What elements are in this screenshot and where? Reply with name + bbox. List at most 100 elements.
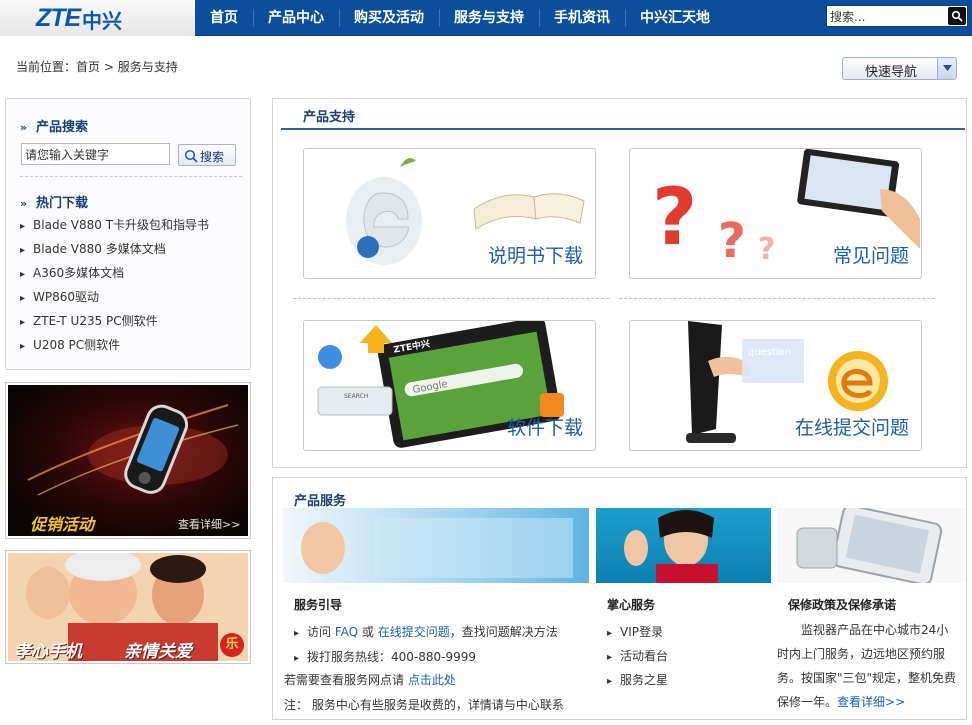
download-item[interactable]: ZTE-T U235 PC侧软件 xyxy=(20,309,209,333)
card-manual-download[interactable]: 说明书下载 xyxy=(303,148,596,279)
card-faq[interactable]: ? ? ? 常见问题 xyxy=(629,148,922,279)
double-chevron-icon: » xyxy=(20,121,28,134)
question-text: question xyxy=(748,347,791,358)
product-support-header: 产品支持 xyxy=(281,99,965,130)
hotline-text: 拨打服务热线：400-880-9999 xyxy=(294,650,476,664)
nav-zte-world[interactable]: 中兴汇天地 xyxy=(625,0,725,36)
or-text: 或 xyxy=(358,625,378,639)
device-illustration xyxy=(796,508,943,583)
keyword-search-button[interactable]: 搜索 xyxy=(178,144,236,166)
warranty-text: 监视器产品在中心城市24小时内上门服务，边远地区预约服务。按国家"三包"规定，整… xyxy=(777,618,957,714)
click-here-link[interactable]: 点击此处 xyxy=(408,673,456,687)
product-service-title: 产品服务 xyxy=(294,494,347,509)
activity-text: 活动看台 xyxy=(607,649,668,663)
product-search-title-text: 产品搜索 xyxy=(36,120,89,135)
chevron-down-icon xyxy=(943,65,952,71)
hand-phone-illustration xyxy=(301,518,573,578)
warranty-title: 保修政策及保修承诺 xyxy=(788,598,897,612)
filial-phone-title: 孝心手机 xyxy=(14,642,82,661)
vip-login-link[interactable]: VIP登录 xyxy=(607,623,663,640)
product-support-panel: 产品支持 说明书下载 ? ? ? 常见问题 Google ZTE中兴 SEARC… xyxy=(272,98,967,468)
service-outlets-line: 若需要查看服务网点请 点击此处 xyxy=(284,671,456,688)
warranty-more-link[interactable]: 查看详细>> xyxy=(837,695,905,709)
nav-home[interactable]: 首页 xyxy=(195,0,253,36)
breadcrumb-separator: > xyxy=(100,60,118,74)
service-guide-image xyxy=(283,508,589,583)
bullet-text: 访问 xyxy=(294,625,335,639)
divider xyxy=(619,298,935,299)
download-item[interactable]: Blade V880 多媒体文档 xyxy=(20,237,209,261)
seal-stamp: 乐 xyxy=(220,633,244,657)
service-woman-illustration xyxy=(624,510,718,583)
card-submit-question[interactable]: question 在线提交问题 xyxy=(629,320,922,451)
palm-service-image xyxy=(596,508,771,583)
site-search-input[interactable] xyxy=(827,6,945,26)
service-guide-title: 服务引导 xyxy=(294,598,343,612)
product-service-panel: 产品服务 服务引导 访问 FAQ 或 在线提交问题，查找问题解决方法 拨打服务热… xyxy=(272,477,967,720)
service-star-text: 服务之星 xyxy=(607,673,668,687)
outlets-text: 若需要查看服务网点请 xyxy=(284,673,408,687)
breadcrumb-prefix: 当前位置： xyxy=(16,60,77,74)
breadcrumb-home[interactable]: 首页 xyxy=(76,60,100,74)
download-item[interactable]: WP860驱动 xyxy=(20,285,209,309)
logo-chinese: 中兴 xyxy=(82,9,122,33)
quick-nav-arrow[interactable] xyxy=(937,58,956,79)
product-support-title: 产品支持 xyxy=(303,110,356,125)
vip-login-text: VIP登录 xyxy=(607,625,663,639)
service-star-link[interactable]: 服务之星 xyxy=(607,671,668,688)
promotion-banner[interactable]: 促销活动 查看详细>> xyxy=(5,382,251,539)
nav-products[interactable]: 产品中心 xyxy=(253,0,339,36)
download-item[interactable]: U208 PC侧软件 xyxy=(20,333,209,357)
promotion-more-link[interactable]: 查看详细>> xyxy=(178,516,240,532)
service-hotline: 拨打服务热线：400-880-9999 xyxy=(294,648,476,665)
divider xyxy=(20,176,242,177)
family-love-title: 亲情关爱 xyxy=(124,642,192,661)
keyword-search-label: 搜索 xyxy=(200,150,225,164)
product-search-title: » 产品搜索 xyxy=(20,116,88,135)
service-guide-line-faq: 访问 FAQ 或 在线提交问题，查找问题解决方法 xyxy=(294,623,558,640)
guide-suffix-text: ，查找问题解决方法 xyxy=(449,625,558,639)
download-item[interactable]: A360多媒体文档 xyxy=(20,261,209,285)
card-manual-label: 说明书下载 xyxy=(487,245,583,267)
keyword-input[interactable] xyxy=(21,143,170,165)
family-photo: 孝心手机 亲情关爱 乐 xyxy=(8,553,248,661)
quick-nav-dropdown[interactable]: 快速导航 xyxy=(842,57,957,80)
logo-zte: ZTE xyxy=(36,4,81,32)
site-search xyxy=(826,5,968,27)
main-nav: 首页 产品中心 购买及活动 服务与支持 手机资讯 中兴汇天地 xyxy=(195,0,725,36)
sidebar-panel: » 产品搜索 搜索 » 热门下载 Blade V880 T卡升级包和指导书 Blad… xyxy=(5,98,251,370)
warranty-image xyxy=(777,508,965,583)
breadcrumb-current: 服务与支持 xyxy=(117,60,178,74)
divider xyxy=(293,298,609,299)
magnifier-icon xyxy=(184,149,198,163)
hot-downloads-title-text: 热门下载 xyxy=(36,196,89,211)
hot-downloads-title: » 热门下载 xyxy=(20,192,88,211)
logo[interactable]: ZTE 中兴 xyxy=(0,0,195,36)
card-software-label: 软件下载 xyxy=(506,417,583,439)
promotion-title: 促销活动 xyxy=(30,515,95,534)
search-icon xyxy=(951,10,963,22)
site-search-button[interactable] xyxy=(948,7,966,25)
activity-link[interactable]: 活动看台 xyxy=(607,647,668,664)
card-software-download[interactable]: Google ZTE中兴 SEARCH 软件下载 xyxy=(303,320,596,451)
svg-text:?: ? xyxy=(758,232,775,267)
double-chevron-icon: » xyxy=(20,197,28,210)
palm-service-title: 掌心服务 xyxy=(607,598,656,612)
service-note: 注： 服务中心有些服务是收费的，详情请与中心联系 xyxy=(284,698,564,712)
card-faq-label: 常见问题 xyxy=(832,245,909,267)
faq-link[interactable]: FAQ xyxy=(335,625,358,639)
top-navigation-bar: ZTE 中兴 首页 产品中心 购买及活动 服务与支持 手机资讯 中兴汇天地 xyxy=(0,0,972,36)
download-item[interactable]: Blade V880 T卡升级包和指导书 xyxy=(20,213,209,237)
nav-buy-activities[interactable]: 购买及活动 xyxy=(339,0,439,36)
svg-text:?: ? xyxy=(652,173,697,263)
promotion-image: 促销活动 查看详细>> xyxy=(8,385,248,536)
breadcrumb: 当前位置：首页 > 服务与支持 xyxy=(16,58,178,75)
filial-phone-banner[interactable]: 孝心手机 亲情关爱 乐 xyxy=(5,550,251,664)
submit-question-link[interactable]: 在线提交问题 xyxy=(378,625,450,639)
svg-text:?: ? xyxy=(718,213,746,269)
nav-service-support[interactable]: 服务与支持 xyxy=(439,0,539,36)
search-box-text: SEARCH xyxy=(344,393,368,400)
card-submit-question-label: 在线提交问题 xyxy=(794,417,909,439)
nav-phone-news[interactable]: 手机资讯 xyxy=(539,0,625,36)
quick-nav-label: 快速导航 xyxy=(865,65,918,80)
